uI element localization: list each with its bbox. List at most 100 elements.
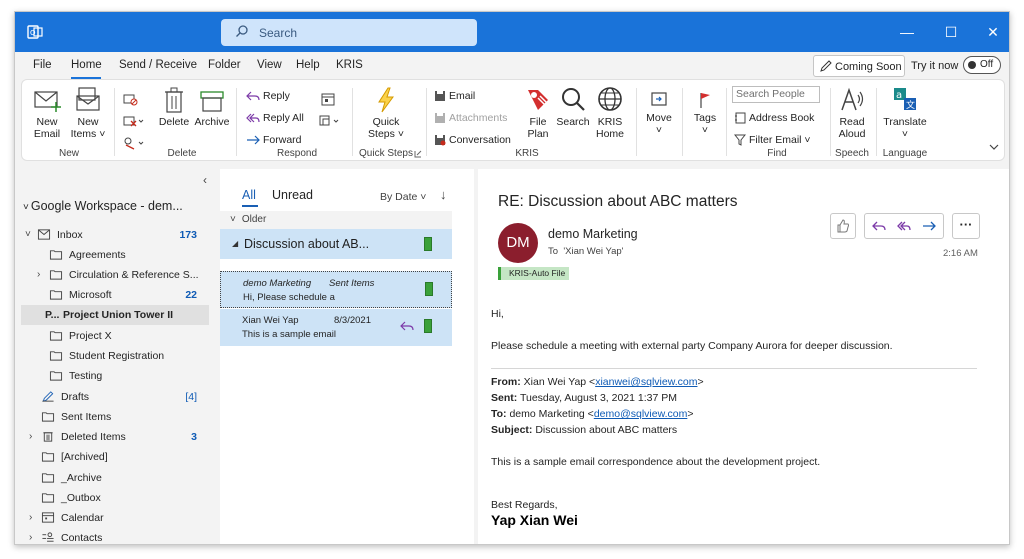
folder-item[interactable]: Sent Items — [23, 407, 211, 427]
save-disk-icon — [435, 91, 445, 102]
to-value[interactable]: 'Xian Wei Yap' — [563, 246, 623, 257]
tab-unread[interactable]: Unread — [272, 188, 313, 202]
chevron-right-icon[interactable]: › — [29, 508, 39, 528]
folder-item[interactable]: _Archive — [23, 468, 211, 488]
folder-item[interactable]: Microsoft 22 — [23, 285, 211, 305]
folder-item[interactable]: Project X — [23, 326, 211, 346]
new-items-button[interactable]: New Items ˅ — [68, 86, 108, 140]
chevron-right-icon[interactable]: › — [37, 265, 47, 285]
ribbon-separator — [726, 88, 727, 156]
folder-item[interactable]: ˅ Inbox 173 — [23, 225, 211, 245]
ignore-icon[interactable] — [122, 92, 138, 106]
folder-item[interactable]: Agreements — [23, 245, 211, 265]
global-search[interactable]: Search — [221, 19, 477, 46]
reply-button[interactable]: Reply — [246, 88, 290, 104]
menu-kris[interactable]: KRIS — [336, 59, 363, 71]
delete-button[interactable]: Delete — [158, 86, 190, 128]
folder-item[interactable]: _Outbox — [23, 488, 211, 508]
menu-file[interactable]: File — [33, 59, 52, 71]
folder-item[interactable]: Student Registration — [23, 346, 211, 366]
kris-search-button[interactable]: Search — [556, 86, 590, 128]
kris-attachments-button[interactable]: Attachments — [434, 110, 507, 126]
msg-date: 8/3/2021 — [334, 315, 371, 326]
new-items-label-2: Items ˅ — [70, 128, 106, 140]
chevron-down-icon[interactable]: ˅ — [25, 225, 35, 245]
folder-item[interactable]: [Archived] — [23, 447, 211, 467]
close-button[interactable]: ✕ — [981, 20, 1005, 44]
avatar[interactable]: DM — [498, 223, 538, 263]
respond-actions-group — [864, 213, 944, 239]
kris-email-button[interactable]: Email — [434, 88, 475, 104]
reply-icon[interactable] — [871, 219, 887, 233]
menu-view[interactable]: View — [257, 59, 282, 71]
account-header[interactable]: ˅ Google Workspace - dem... — [23, 199, 183, 213]
category-flag-icon[interactable] — [424, 237, 432, 251]
menu-send-receive[interactable]: Send / Receive — [119, 59, 197, 71]
folder-item[interactable]: Drafts [4] — [23, 387, 211, 407]
file-plan-button[interactable]: File Plan — [522, 86, 554, 140]
coming-soon-button[interactable]: Coming Soon — [813, 55, 905, 77]
tab-all[interactable]: All — [242, 188, 256, 202]
reply-all-button[interactable]: Reply All — [246, 110, 304, 126]
like-button[interactable] — [830, 213, 856, 239]
kris-attachments-label: Attachments — [449, 112, 508, 124]
dialog-launcher-icon[interactable] — [414, 150, 422, 158]
kris-conversation-button[interactable]: Conversation — [434, 132, 511, 148]
sort-direction-arrow-icon[interactable]: ↓ — [440, 187, 447, 202]
sort-by-dropdown[interactable]: By Date ˅ — [380, 191, 426, 203]
chevron-right-icon[interactable]: › — [29, 427, 39, 447]
more-respond-icon[interactable] — [318, 114, 342, 128]
sender-name[interactable]: demo Marketing — [548, 227, 638, 241]
from-email-link[interactable]: xianwei@sqlview.com — [595, 376, 697, 388]
filter-email-button[interactable]: Filter Email ˅ — [733, 132, 811, 148]
reply-all-icon[interactable] — [896, 219, 912, 233]
group-header-older[interactable]: ˅ Older — [220, 211, 452, 229]
forward-icon[interactable] — [921, 219, 937, 233]
archive-button[interactable]: Archive — [194, 86, 230, 128]
search-people-input[interactable]: Search People — [732, 86, 820, 103]
menu-home[interactable]: Home — [71, 59, 102, 71]
maximize-button[interactable]: ☐ — [939, 20, 963, 44]
folder-item[interactable]: Testing — [23, 366, 211, 386]
category-tag[interactable]: KRIS-Auto File — [498, 267, 570, 280]
tags-button[interactable]: Tags ˅ — [688, 90, 722, 136]
cleanup-icon[interactable] — [122, 114, 146, 128]
forward-button[interactable]: Forward — [246, 132, 302, 148]
move-button[interactable]: Move ˅ — [642, 90, 676, 136]
folder-item[interactable]: › Calendar — [23, 508, 211, 528]
file-plan-label-2: Plan — [527, 128, 549, 140]
category-flag-icon[interactable] — [424, 319, 432, 333]
new-email-button[interactable]: New Email — [28, 86, 66, 140]
chevron-right-icon[interactable]: › — [29, 528, 39, 544]
folder-item[interactable]: › Circulation & Reference S... — [23, 265, 211, 285]
junk-icon[interactable] — [122, 136, 146, 150]
folder-item[interactable]: P... Project Union Tower II — [21, 305, 209, 325]
group-label-language: Language — [882, 148, 928, 159]
read-aloud-button[interactable]: Read Aloud — [834, 86, 870, 140]
folder-icon — [49, 250, 63, 260]
quick-steps-label-1: Quick — [372, 116, 400, 128]
meeting-icon[interactable] — [320, 92, 336, 106]
conversation-header[interactable]: ◢ Discussion about AB... — [220, 229, 452, 259]
folder-icon — [41, 452, 55, 462]
list-item[interactable]: demo Marketing Sent Items Hi, Please sch… — [220, 271, 452, 308]
ribbon-collapse-chevron-icon[interactable] — [988, 142, 1000, 152]
menu-folder[interactable]: Folder — [208, 59, 241, 71]
quick-steps-button[interactable]: Quick Steps ˅ — [366, 86, 406, 140]
translate-button[interactable]: a文 Translate ˅ — [882, 86, 928, 140]
collapse-pane-chevron-icon[interactable]: ‹ — [203, 173, 207, 187]
minimize-button[interactable]: — — [895, 20, 919, 44]
address-book-button[interactable]: Address Book — [734, 110, 814, 126]
folder-item[interactable]: › Contacts — [23, 528, 211, 544]
category-flag-icon[interactable] — [425, 282, 433, 296]
reply-all-icon — [246, 113, 260, 123]
folder-label: Sent Items — [61, 411, 112, 423]
to2-email-link[interactable]: demo@sqlview.com — [594, 408, 688, 420]
kris-home-button[interactable]: KRIS Home — [592, 86, 628, 140]
folder-item[interactable]: › Deleted Items 3 — [23, 427, 211, 447]
more-actions-button[interactable]: ··· — [952, 213, 980, 239]
folder-label: _Outbox — [61, 492, 101, 504]
new-outlook-toggle[interactable]: Off — [963, 56, 1001, 74]
list-item[interactable]: Xian Wei Yap 8/3/2021 This is a sample e… — [220, 309, 452, 346]
menu-help[interactable]: Help — [296, 59, 320, 71]
